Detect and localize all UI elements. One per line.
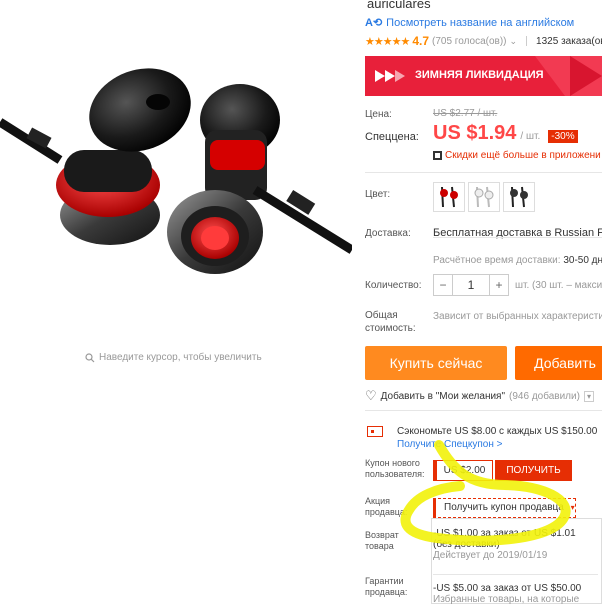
- price-label: Цена:: [365, 109, 392, 120]
- product-title: auriculares: [367, 0, 431, 11]
- promo-banner[interactable]: ЗИМНЯЯ ЛИКВИДАЦИЯ: [365, 56, 602, 96]
- rating-row: ★★★★★ 4.7 (705 голоса(ов)) ⌄ 1325 заказа…: [365, 34, 602, 48]
- divider: [365, 172, 602, 173]
- delivery-time-value: 30-50 дн: [563, 255, 602, 266]
- delivery-time-row: Расчётное время доставки: 30-50 дн: [433, 255, 602, 266]
- app-discount-row[interactable]: Скидки ещё больше в приложени: [433, 150, 601, 161]
- special-price-label: Спеццена:: [365, 131, 419, 143]
- orders-count: 1325 заказа(ов): [536, 35, 602, 47]
- wishlist-count: (946 добавили): [509, 390, 580, 402]
- color-label: Цвет:: [365, 189, 391, 200]
- quantity-plus-button[interactable]: +: [490, 278, 508, 292]
- quantity-minus-button[interactable]: −: [434, 278, 452, 292]
- get-coupon-button[interactable]: ПОЛУЧИТЬ: [495, 460, 572, 481]
- quantity-note: шт. (30 шт. – макси: [515, 280, 602, 291]
- divider: [365, 410, 602, 411]
- seller-promo-label: Акция продавца:: [365, 496, 408, 517]
- seller-coupon-select[interactable]: Получить купон продавца ▾: [433, 498, 576, 518]
- price-unit: / шт.: [520, 131, 541, 142]
- color-swatch-black[interactable]: [503, 182, 535, 212]
- return-label: Возврат товара: [365, 530, 399, 551]
- shipping-divider: [433, 237, 602, 238]
- banner-text: ЗИМНЯЯ ЛИКВИДАЦИЯ: [415, 69, 544, 81]
- quantity-label: Количество:: [365, 280, 422, 291]
- discount-badge: -30%: [548, 130, 578, 143]
- zoom-hint: Наведите курсор, чтобы увеличить: [85, 352, 262, 363]
- quantity-stepper[interactable]: − 1 +: [433, 274, 509, 296]
- divider: [433, 574, 598, 575]
- color-swatch-red[interactable]: [433, 182, 465, 212]
- qr-icon: [433, 151, 442, 160]
- product-image[interactable]: [0, 0, 352, 340]
- add-to-cart-button[interactable]: Добавить: [515, 346, 602, 380]
- color-swatch-white[interactable]: [468, 182, 500, 212]
- app-discount-text: Скидки ещё больше в приложени: [445, 150, 601, 161]
- search-icon: [85, 352, 95, 362]
- total-label: Общая стоимость:: [365, 310, 416, 334]
- coupon-line: -US $1.00 за заказ от US $1.01: [433, 528, 576, 539]
- chevron-down-icon: ▾: [570, 503, 575, 512]
- new-user-coupon-label: Купон нового пользователя:: [365, 458, 425, 479]
- translate-icon: A⟲: [365, 17, 383, 29]
- savings-text: Сэкономьте US $8.00 с каждых US $150.00: [397, 426, 598, 437]
- buy-now-button[interactable]: Купить сейчас: [365, 346, 507, 380]
- coupon-item[interactable]: -US $1.00 за заказ от US $1.01 (без дост…: [433, 528, 602, 561]
- heart-icon: ♡: [365, 388, 377, 403]
- coupon-line: -US $5.00 за заказ от US $50.00: [433, 583, 582, 594]
- seller-coupon-select-text: Получить купон продавца: [444, 502, 564, 513]
- zoom-hint-text: Наведите курсор, чтобы увеличить: [99, 352, 262, 363]
- rating-votes[interactable]: (705 голоса(ов)): [432, 36, 507, 47]
- coupon-valid: Действует до 2019/01/19: [433, 550, 548, 561]
- special-price-value: US $1.94: [433, 122, 517, 144]
- translate-link[interactable]: Посмотреть название на английском: [386, 17, 574, 29]
- get-special-coupon-link[interactable]: Получите Спецкупон >: [397, 439, 503, 450]
- rating-score: 4.7: [412, 34, 429, 48]
- translate-row[interactable]: A⟲ Посмотреть название на английском: [365, 16, 574, 30]
- chevron-down-icon: ⌄: [509, 35, 518, 46]
- coupon-item[interactable]: -US $5.00 за заказ от US $50.00 Избранны…: [433, 583, 602, 604]
- wishlist-text[interactable]: Добавить в "Мои желания": [381, 391, 505, 402]
- star-icon: ★★★★★: [365, 35, 410, 48]
- delivery-time-label: Расчётное время доставки:: [433, 255, 564, 266]
- shipping-label: Доставка:: [365, 228, 411, 239]
- product-details: auriculares A⟲ Посмотреть название на ан…: [365, 0, 602, 604]
- coupon-condition: Избранные товары, на которые: [433, 594, 580, 604]
- chevron-down-icon: ▾: [583, 390, 594, 402]
- coupon-icon: [367, 426, 383, 437]
- special-price-row: US $1.94 / шт. -30%: [433, 122, 578, 145]
- coupon-condition: (без доставки): [433, 539, 500, 550]
- quantity-value[interactable]: 1: [452, 275, 490, 295]
- new-user-coupon-value: US $2.00: [433, 460, 493, 481]
- guarantees-label: Гарантии продавца:: [365, 576, 408, 597]
- total-value: Зависит от выбранных характеристи: [433, 311, 602, 322]
- old-price: US $2.77 / шт.: [433, 108, 498, 119]
- wishlist-row[interactable]: ♡ Добавить в "Мои желания" (946 добавили…: [365, 388, 594, 404]
